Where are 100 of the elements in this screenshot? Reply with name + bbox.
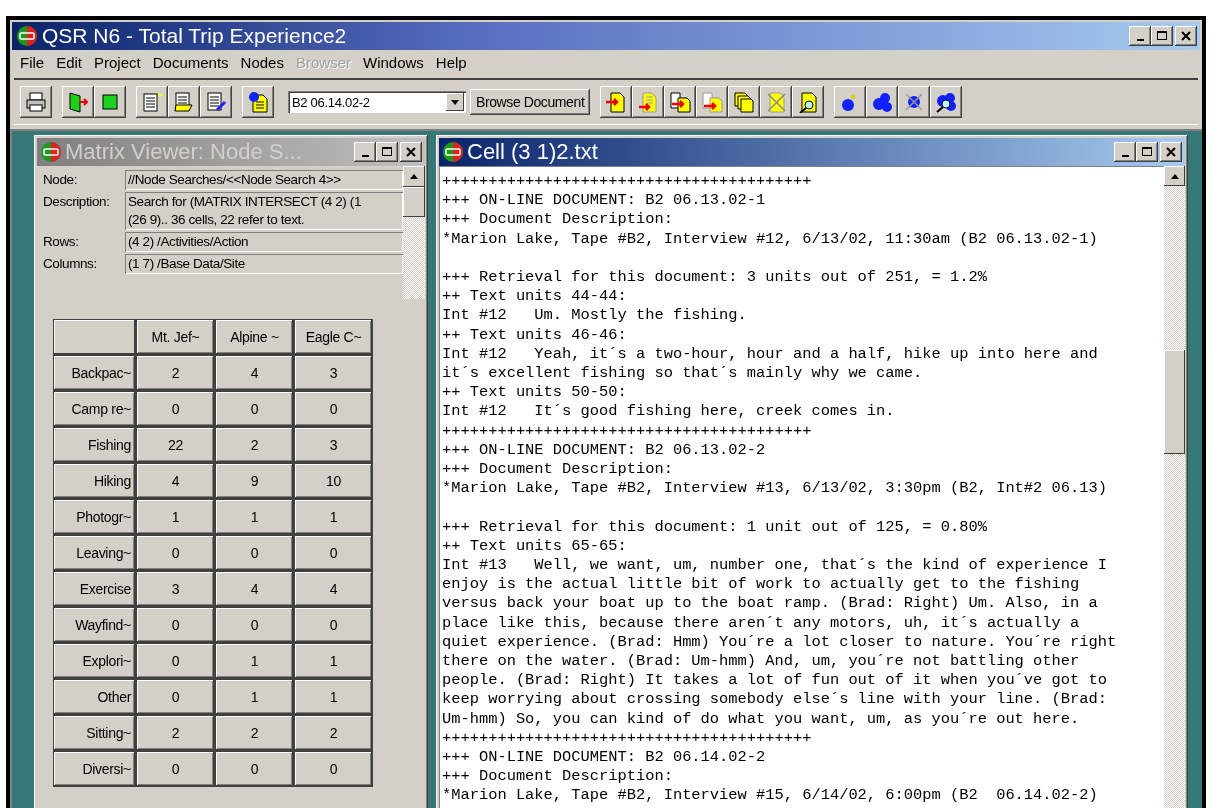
matrix-cell[interactable]: 1 [215, 679, 294, 715]
matrix-cell[interactable]: 1 [294, 679, 373, 715]
matrix-cell[interactable]: 4 [136, 463, 215, 499]
matrix-cell[interactable]: 1 [294, 643, 373, 679]
minimize-button[interactable] [354, 142, 376, 162]
scrollbar[interactable] [403, 166, 425, 299]
matrix-cell[interactable]: 2 [294, 715, 373, 751]
menu-item[interactable]: Nodes [234, 53, 290, 71]
toolbar-button[interactable] [168, 86, 200, 118]
close-button[interactable] [400, 142, 422, 162]
close-button[interactable] [1175, 26, 1197, 46]
matrix-cell[interactable]: 3 [294, 427, 373, 463]
minimize-button[interactable] [1129, 26, 1151, 46]
scroll-thumb[interactable] [1164, 350, 1185, 454]
matrix-cell[interactable]: 0 [294, 751, 373, 787]
toolbar-button[interactable] [632, 86, 665, 118]
matrix-cell[interactable]: 0 [215, 391, 294, 427]
menu-item[interactable]: Project [88, 53, 147, 71]
toolbar-button[interactable] [62, 86, 94, 118]
scroll-up-button[interactable] [403, 166, 425, 187]
row-header[interactable]: Other [53, 679, 136, 715]
scroll-thumb[interactable] [403, 187, 425, 217]
scroll-up-button[interactable] [1164, 166, 1185, 186]
toolbar-button[interactable] [930, 86, 963, 118]
row-header[interactable]: Photogr~ [53, 499, 136, 535]
matrix-cell[interactable]: 0 [136, 391, 215, 427]
matrix-cell[interactable]: 22 [136, 427, 215, 463]
toolbar-button[interactable] [20, 86, 52, 118]
menu-item[interactable]: Help [429, 53, 473, 71]
row-header[interactable]: Exercise [53, 571, 136, 607]
matrix-cell[interactable]: 1 [294, 499, 373, 535]
row-header[interactable]: Explori~ [53, 643, 136, 679]
column-header[interactable]: Alpine ~ [215, 319, 294, 355]
matrix-cell[interactable]: 0 [215, 751, 294, 787]
documents-arrow-icon [701, 91, 724, 113]
matrix-cell[interactable]: 0 [294, 391, 373, 427]
row-header[interactable]: Fishing [53, 427, 136, 463]
toolbar-button[interactable] [136, 86, 168, 118]
ball-cross-icon [903, 91, 926, 113]
matrix-cell[interactable]: 1 [136, 499, 215, 535]
maximize-button[interactable] [1136, 142, 1158, 162]
toolbar-button[interactable] [792, 86, 825, 118]
matrix-cell[interactable]: 0 [136, 535, 215, 571]
matrix-cell[interactable]: 0 [136, 679, 215, 715]
document-dropdown[interactable]: B2 06.14.02-2 [288, 91, 466, 113]
browse-document-button[interactable]: Browse Document [470, 89, 591, 115]
matrix-cell[interactable]: 0 [136, 643, 215, 679]
toolbar-button[interactable] [696, 86, 729, 118]
matrix-cell[interactable]: 3 [136, 571, 215, 607]
menu-item[interactable]: Windows [356, 53, 430, 71]
matrix-cell[interactable]: 0 [215, 535, 294, 571]
matrix-cell[interactable]: 4 [294, 571, 373, 607]
row-header[interactable]: Camp re~ [53, 391, 136, 427]
matrix-cell[interactable]: 0 [136, 751, 215, 787]
matrix-cell[interactable]: 4 [215, 355, 294, 391]
dropdown-button[interactable] [446, 93, 464, 111]
toolbar-button[interactable] [200, 86, 232, 118]
maximize-button[interactable] [1151, 26, 1173, 46]
matrix-cell[interactable]: 2 [215, 715, 294, 751]
text-line: ++ Text units 46-46: [442, 325, 628, 345]
toolbar-button[interactable] [242, 86, 274, 118]
matrix-cell[interactable]: 0 [136, 607, 215, 643]
matrix-cell[interactable]: 3 [294, 355, 373, 391]
maximize-button[interactable] [376, 142, 398, 162]
matrix-cell[interactable]: 1 [215, 499, 294, 535]
toolbar-button[interactable] [834, 86, 867, 118]
column-header[interactable]: Eagle C~ [294, 319, 373, 355]
matrix-cell[interactable]: 2 [215, 427, 294, 463]
scrollbar[interactable] [1164, 166, 1185, 808]
column-header[interactable]: Mt. Jef~ [136, 319, 215, 355]
row-header[interactable]: Sitting~ [53, 715, 136, 751]
toolbar-button[interactable] [728, 86, 761, 118]
row-header[interactable]: Leaving~ [53, 535, 136, 571]
matrix-cell[interactable]: 0 [294, 607, 373, 643]
matrix-cell[interactable]: 2 [136, 355, 215, 391]
menu-item[interactable]: File [14, 53, 51, 71]
toolbar-button[interactable] [94, 86, 126, 118]
document-search-icon [797, 91, 820, 113]
menu-item[interactable]: Edit [50, 53, 89, 71]
menu-item[interactable]: Documents [146, 53, 235, 71]
matrix-cell[interactable]: 0 [294, 535, 373, 571]
row-header[interactable]: Wayfind~ [53, 607, 136, 643]
minimize-button[interactable] [1114, 142, 1136, 162]
row-header[interactable]: Backpac~ [53, 355, 136, 391]
toolbar-button[interactable] [600, 86, 633, 118]
matrix-cell[interactable]: 2 [136, 715, 215, 751]
matrix-cell[interactable]: 1 [215, 643, 294, 679]
toolbar-button[interactable] [898, 86, 931, 118]
matrix-cell[interactable]: 10 [294, 463, 373, 499]
matrix-cell[interactable]: 9 [215, 463, 294, 499]
matrix-cell[interactable]: 4 [215, 571, 294, 607]
text-line: versus back your boat up to the boat ramp. (Brad: Right) Um. Also, in a [442, 594, 1099, 614]
toolbar-button[interactable] [866, 86, 899, 118]
toolbar-button[interactable] [760, 86, 793, 118]
row-header[interactable]: Hiking [53, 463, 136, 499]
close-button[interactable] [1160, 142, 1182, 162]
minimize-icon [361, 155, 369, 157]
toolbar-button[interactable] [664, 86, 697, 118]
matrix-cell[interactable]: 0 [215, 607, 294, 643]
row-header[interactable]: Diversi~ [53, 751, 136, 787]
